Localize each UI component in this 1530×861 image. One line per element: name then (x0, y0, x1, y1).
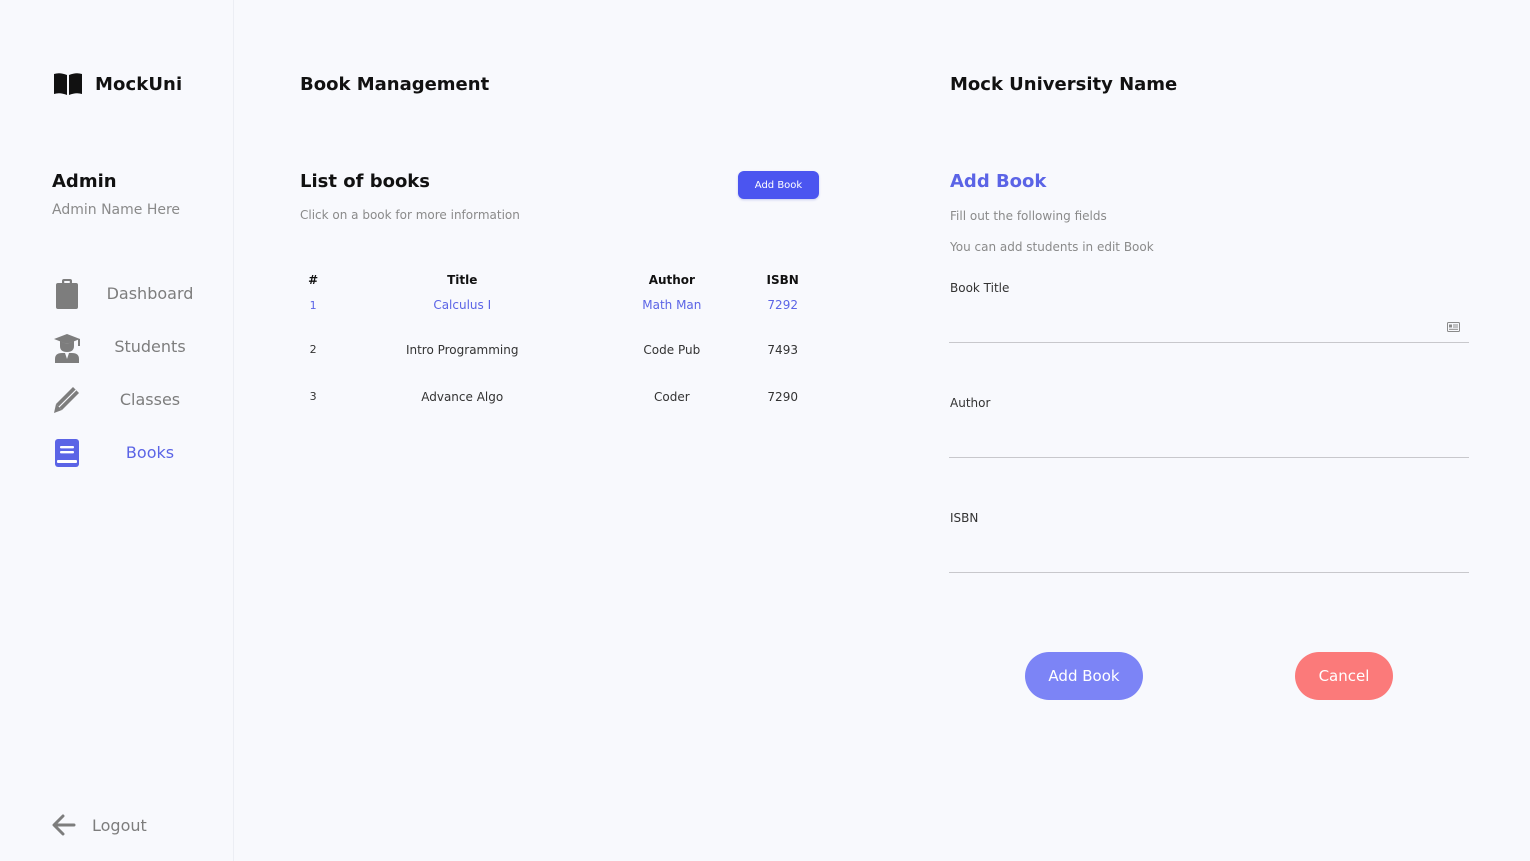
cell-title: Calculus I (433, 298, 492, 312)
cell-number: 2 (309, 343, 317, 356)
table-row[interactable]: 2 Intro Programming Code Pub 7493 (300, 326, 820, 373)
cancel-button[interactable]: Cancel (1295, 652, 1393, 700)
add-book-button[interactable]: Add Book (738, 171, 819, 199)
cell-title: Advance Algo (421, 389, 504, 404)
book-title-label: Book Title (950, 281, 1010, 295)
page-title: Book Management (300, 74, 490, 95)
submit-add-book-button[interactable]: Add Book (1025, 652, 1143, 700)
cell-title: Intro Programming (405, 342, 519, 357)
logout-button[interactable]: Logout (52, 814, 147, 836)
user-role: Admin (52, 171, 117, 192)
books-table: # Title Author ISBN 1 Calculus I Math Ma… (300, 270, 820, 420)
column-header-isbn: ISBN (766, 273, 799, 287)
cell-number: 3 (309, 390, 317, 403)
column-header-title: Title (447, 273, 478, 287)
column-header-number: # (308, 273, 319, 287)
cell-author: Coder (654, 389, 690, 404)
table-header-row: # Title Author ISBN (300, 270, 820, 290)
table-row[interactable]: 1 Calculus I Math Man 7292 (300, 290, 820, 326)
sidebar-item-label: Classes (119, 390, 181, 409)
book-title-input[interactable] (949, 311, 1469, 343)
table-row[interactable]: 3 Advance Algo Coder 7290 (300, 373, 820, 420)
author-input[interactable] (949, 426, 1469, 458)
cell-author: Code Pub (643, 342, 701, 357)
sidebar: MockUni Admin Admin Name Here Dashboard (0, 0, 234, 861)
form-hint: You can add students in edit Book (950, 240, 1154, 254)
author-label: Author (950, 396, 991, 410)
sidebar-item-classes[interactable]: Classes (50, 381, 230, 434)
cell-isbn: 7493 (767, 342, 798, 357)
university-name: Mock University Name (950, 74, 1178, 95)
sidebar-item-dashboard[interactable]: Dashboard (50, 275, 230, 328)
arrow-left-icon (52, 814, 76, 836)
sidebar-item-students[interactable]: Students (50, 328, 230, 381)
sidebar-item-books[interactable]: Books (50, 434, 230, 487)
brand[interactable]: MockUni (53, 72, 182, 96)
cell-isbn: 7292 (767, 298, 798, 312)
sidebar-item-label: Books (125, 443, 175, 462)
autofill-card-icon[interactable] (1447, 322, 1460, 332)
cell-isbn: 7290 (767, 389, 798, 404)
cell-author: Math Man (642, 298, 702, 312)
form-title: Add Book (950, 171, 1047, 192)
cell-number: 1 (309, 298, 317, 312)
column-header-author: Author (648, 273, 695, 287)
logout-label: Logout (92, 815, 147, 835)
books-list-title: List of books (300, 171, 430, 192)
form-subtitle: Fill out the following fields (950, 209, 1107, 223)
sidebar-item-label: Students (114, 337, 186, 356)
brand-name: MockUni (95, 73, 183, 95)
sidebar-item-label: Dashboard (106, 284, 194, 303)
open-book-icon (54, 73, 82, 95)
user-name: Admin Name Here (52, 202, 181, 218)
isbn-input[interactable] (949, 541, 1469, 573)
isbn-label: ISBN (950, 511, 979, 525)
app-root: MockUni Admin Admin Name Here Dashboard (0, 0, 1530, 861)
books-list-subtitle: Click on a book for more information (300, 208, 520, 222)
sidebar-nav: Dashboard Students Classes Books (50, 275, 230, 487)
